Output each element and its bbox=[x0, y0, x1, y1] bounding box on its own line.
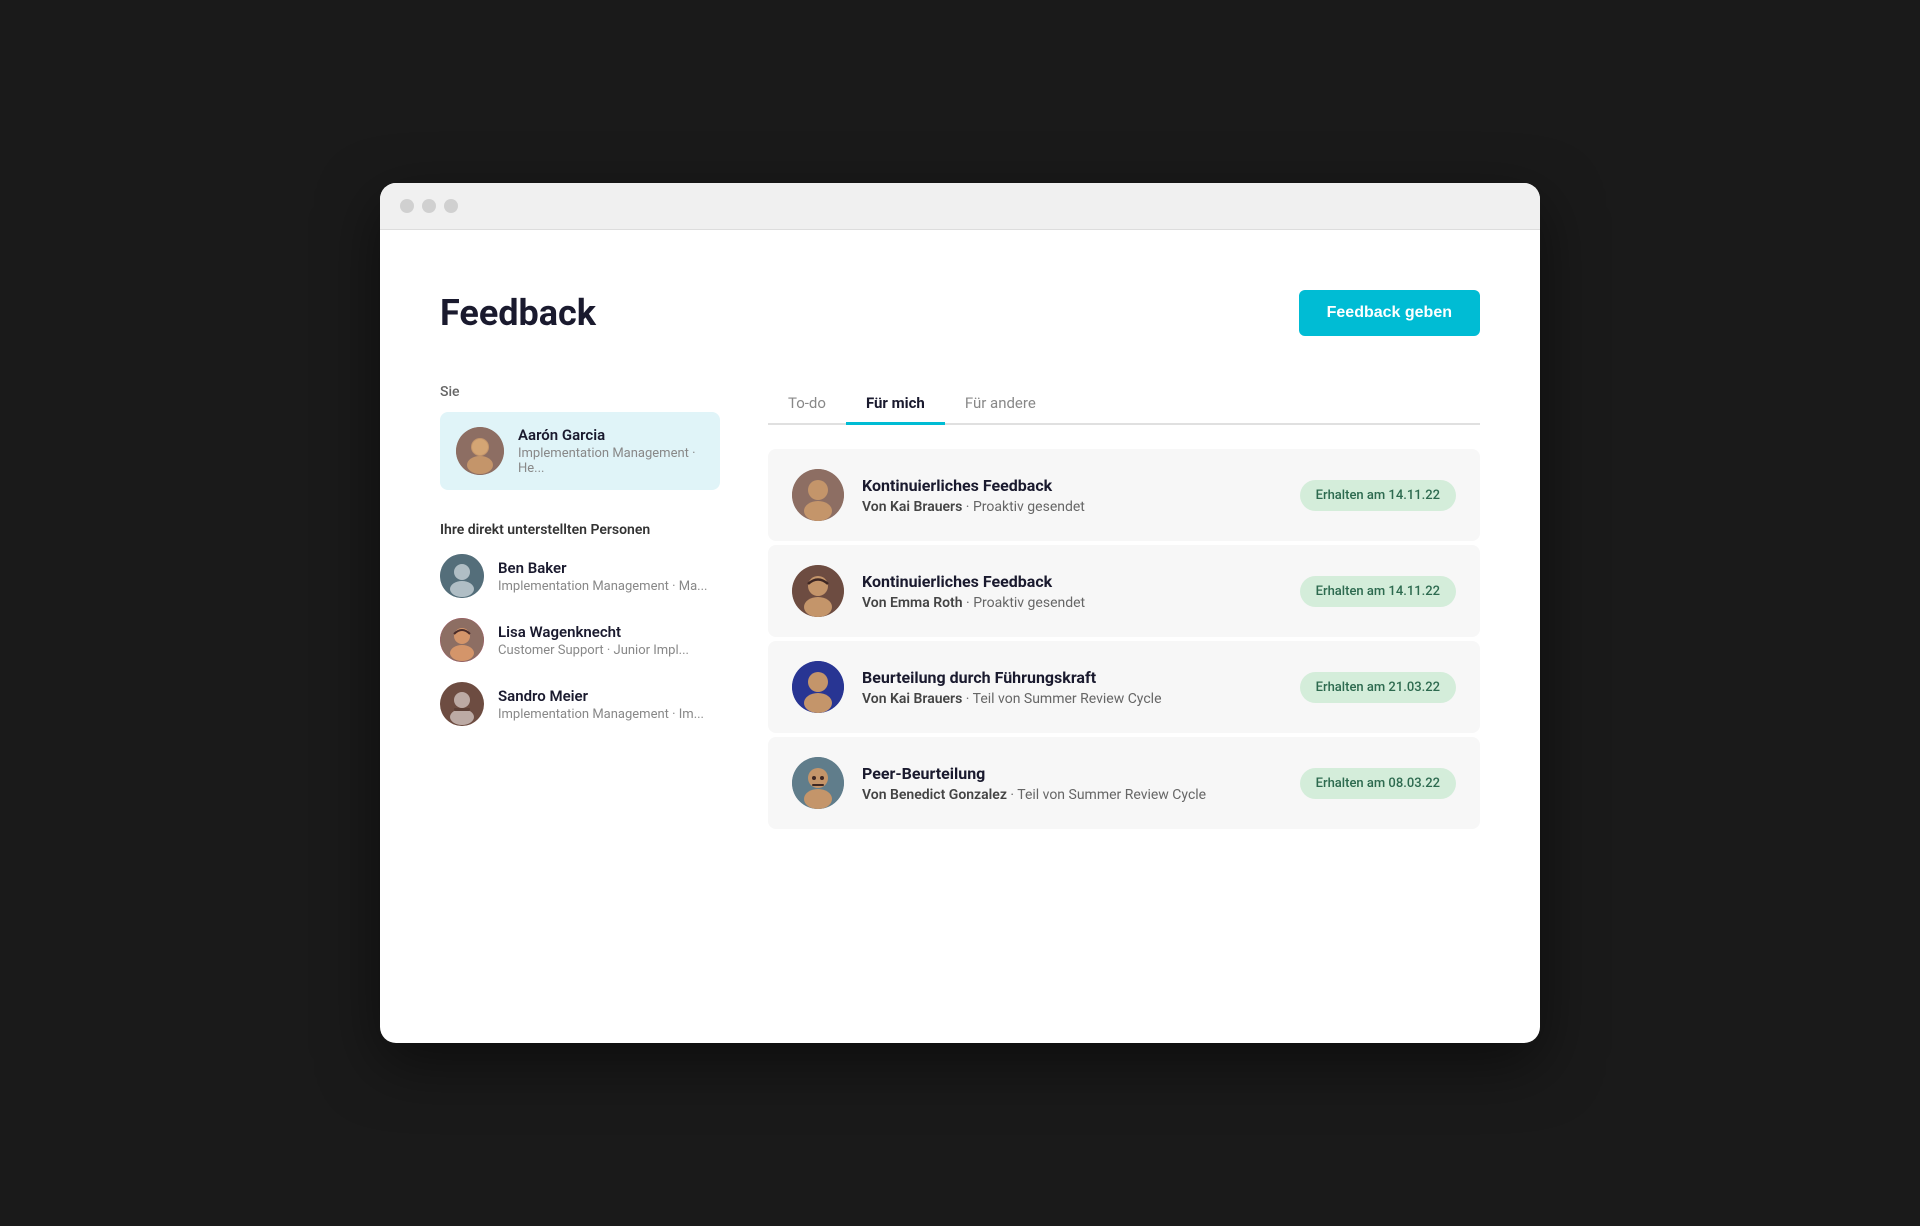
selected-user-avatar bbox=[456, 427, 504, 475]
feedback-meta-2: Von Kai Brauers · Teil von Summer Review… bbox=[862, 691, 1282, 707]
subordinate-sub-2: Implementation Management · Im... bbox=[498, 707, 704, 722]
subordinate-avatar-1 bbox=[440, 618, 484, 662]
feedback-meta-0: Von Kai Brauers · Proaktiv gesendet bbox=[862, 499, 1282, 515]
subordinate-name-2: Sandro Meier bbox=[498, 687, 704, 705]
feedback-item-3[interactable]: Peer-Beurteilung Von Benedict Gonzalez ·… bbox=[768, 737, 1480, 829]
tab-fur-andere[interactable]: Für andere bbox=[945, 384, 1056, 425]
selected-user-info: Aarón Garcia Implementation Management ·… bbox=[518, 426, 704, 476]
subordinate-sub-1: Customer Support · Junior Impl... bbox=[498, 643, 689, 658]
selected-user-sub: Implementation Management · He... bbox=[518, 446, 704, 476]
feedback-title-3: Peer-Beurteilung bbox=[862, 764, 1282, 783]
feedback-title-2: Beurteilung durch Führungskraft bbox=[862, 668, 1282, 687]
feedback-meta-1: Von Emma Roth · Proaktiv gesendet bbox=[862, 595, 1282, 611]
sidebar: Sie Aarón Garcia Implemen bbox=[440, 384, 720, 829]
feedback-meta-3: Von Benedict Gonzalez · Teil von Summer … bbox=[862, 787, 1282, 803]
subordinate-info-0: Ben Baker Implementation Management · Ma… bbox=[498, 559, 707, 594]
feedback-body-2: Beurteilung durch Führungskraft Von Kai … bbox=[862, 668, 1282, 707]
feedback-geben-button[interactable]: Feedback geben bbox=[1299, 290, 1480, 336]
subordinates-label: Ihre direkt unterstellten Personen bbox=[440, 522, 720, 538]
page-header: Feedback Feedback geben bbox=[440, 290, 1480, 336]
browser-window: Feedback Feedback geben Sie bbox=[380, 183, 1540, 1043]
browser-chrome bbox=[380, 183, 1540, 230]
feedback-badge-0: Erhalten am 14.11.22 bbox=[1300, 480, 1456, 511]
tab-todo[interactable]: To-do bbox=[768, 384, 846, 425]
subordinate-item-1[interactable]: Lisa Wagenknecht Customer Support · Juni… bbox=[440, 618, 720, 662]
browser-content: Feedback Feedback geben Sie bbox=[380, 230, 1540, 909]
subordinate-item-2[interactable]: Sandro Meier Implementation Management ·… bbox=[440, 682, 720, 726]
feedback-badge-3: Erhalten am 08.03.22 bbox=[1300, 768, 1456, 799]
subordinate-avatar-0 bbox=[440, 554, 484, 598]
page-title: Feedback bbox=[440, 292, 596, 334]
feedback-avatar-2 bbox=[792, 661, 844, 713]
window-dot-3 bbox=[444, 199, 458, 213]
feedback-badge-2: Erhalten am 21.03.22 bbox=[1300, 672, 1456, 703]
subordinate-name-1: Lisa Wagenknecht bbox=[498, 623, 689, 641]
feedback-avatar-0 bbox=[792, 469, 844, 521]
feedback-badge-1: Erhalten am 14.11.22 bbox=[1300, 576, 1456, 607]
main-layout: Sie Aarón Garcia Implemen bbox=[440, 384, 1480, 829]
feedback-list: Kontinuierliches Feedback Von Kai Brauer… bbox=[768, 449, 1480, 829]
feedback-body-1: Kontinuierliches Feedback Von Emma Roth … bbox=[862, 572, 1282, 611]
feedback-avatar-3 bbox=[792, 757, 844, 809]
feedback-avatar-1 bbox=[792, 565, 844, 617]
selected-user-name: Aarón Garcia bbox=[518, 426, 704, 444]
feedback-item-1[interactable]: Kontinuierliches Feedback Von Emma Roth … bbox=[768, 545, 1480, 637]
window-dot-2 bbox=[422, 199, 436, 213]
subordinate-avatar-2 bbox=[440, 682, 484, 726]
feedback-title-1: Kontinuierliches Feedback bbox=[862, 572, 1282, 591]
selected-user-card[interactable]: Aarón Garcia Implementation Management ·… bbox=[440, 412, 720, 490]
subordinate-info-1: Lisa Wagenknecht Customer Support · Juni… bbox=[498, 623, 689, 658]
tab-fur-mich[interactable]: Für mich bbox=[846, 384, 945, 425]
feedback-item-0[interactable]: Kontinuierliches Feedback Von Kai Brauer… bbox=[768, 449, 1480, 541]
you-label: Sie bbox=[440, 384, 720, 400]
tabs: To-do Für mich Für andere bbox=[768, 384, 1480, 425]
subordinate-name-0: Ben Baker bbox=[498, 559, 707, 577]
feedback-body-0: Kontinuierliches Feedback Von Kai Brauer… bbox=[862, 476, 1282, 515]
subordinate-sub-0: Implementation Management · Ma... bbox=[498, 579, 707, 594]
content-area: To-do Für mich Für andere bbox=[768, 384, 1480, 829]
subordinate-info-2: Sandro Meier Implementation Management ·… bbox=[498, 687, 704, 722]
subordinate-item-0[interactable]: Ben Baker Implementation Management · Ma… bbox=[440, 554, 720, 598]
feedback-title-0: Kontinuierliches Feedback bbox=[862, 476, 1282, 495]
feedback-body-3: Peer-Beurteilung Von Benedict Gonzalez ·… bbox=[862, 764, 1282, 803]
feedback-item-2[interactable]: Beurteilung durch Führungskraft Von Kai … bbox=[768, 641, 1480, 733]
window-dot-1 bbox=[400, 199, 414, 213]
